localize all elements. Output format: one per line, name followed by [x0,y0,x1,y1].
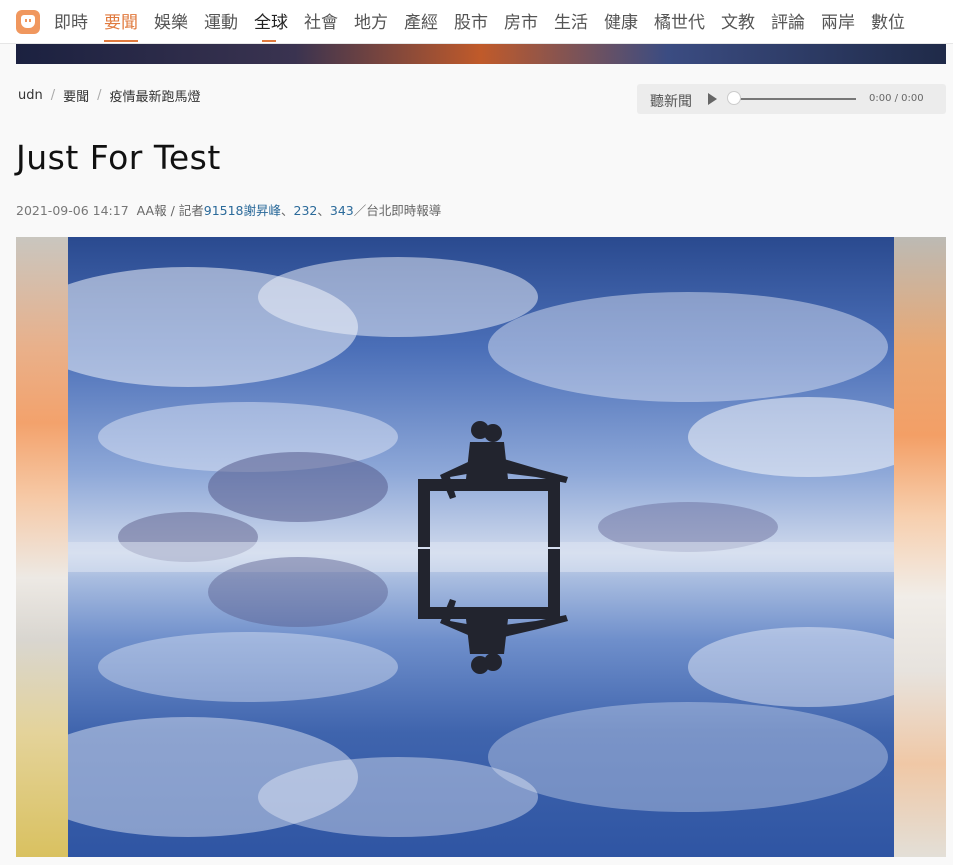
nav-item[interactable]: 社會 [304,0,346,44]
breadcrumb-item-section[interactable]: 要聞 [63,86,89,105]
nav-item[interactable]: 文教 [721,0,763,44]
play-icon[interactable] [708,93,717,105]
nav-item[interactable]: 生活 [554,0,596,44]
listen-news-label: 聽新聞 [650,94,692,110]
breadcrumb: udn / 要聞 / 疫情最新跑馬燈 [18,86,201,105]
meta-separator: 、 [317,203,330,218]
nav-item[interactable]: 數位 [871,0,913,44]
meta-suffix: ／台北即時報導 [353,203,442,218]
hero-image[interactable] [16,237,946,857]
audio-time: 0:00 / 0:00 [869,93,924,104]
article-date: 2021-09-06 14:17 [16,203,129,218]
nav-item[interactable]: 娛樂 [154,0,196,44]
top-navigation: 即時 要聞 娛樂 運動 全球 社會 地方 產經 股市 房市 生活 健康 橘世代 文教 評論 兩岸 數位 [0,0,953,44]
audio-progress-handle[interactable] [727,91,741,105]
listen-news-player: 聽新聞 0:00 / 0:00 [637,84,946,114]
nav-item[interactable]: 全球 [254,0,296,44]
meta-separator: 、 [281,203,294,218]
breadcrumb-item-topic[interactable]: 疫情最新跑馬燈 [110,86,201,105]
nav-item[interactable]: 健康 [604,0,646,44]
breadcrumb-separator: / [97,88,102,103]
breadcrumb-item-udn[interactable]: udn [18,88,43,103]
nav-item[interactable]: 評論 [771,0,813,44]
nav-item[interactable]: 股市 [454,0,496,44]
reporter-link[interactable]: 91518謝昇峰 [204,203,281,218]
article-title: Just For Test [16,138,221,177]
nav-item[interactable]: 地方 [354,0,396,44]
hero-blur-right [894,237,946,857]
breadcrumb-separator: / [50,88,56,103]
reporter-link[interactable]: 232 [294,203,318,218]
nav-item[interactable]: 產經 [404,0,446,44]
udn-logo-icon[interactable] [16,10,40,34]
nav-item[interactable]: 運動 [204,0,246,44]
reporter-link[interactable]: 343 [330,203,354,218]
audio-progress-track[interactable] [733,98,856,100]
nav-item[interactable]: 要聞 [104,0,146,44]
nav-item[interactable]: 橘世代 [654,0,713,44]
hero-photo [68,237,894,857]
nav-item[interactable]: 兩岸 [821,0,863,44]
top-banner-image[interactable] [16,44,946,64]
hero-photo-illustration [68,257,894,837]
nav-item[interactable]: 即時 [54,0,96,44]
meta-prefix: AA報 / 記者 [136,203,204,218]
article-meta: 2021-09-06 14:17 AA報 / 記者91518謝昇峰、232、343… [16,200,441,219]
category-nav: 即時 要聞 娛樂 運動 全球 社會 地方 產經 股市 房市 生活 健康 橘世代 文教 評論 兩岸 數位 [54,0,921,44]
nav-item[interactable]: 房市 [504,0,546,44]
hero-blur-left [16,237,68,857]
